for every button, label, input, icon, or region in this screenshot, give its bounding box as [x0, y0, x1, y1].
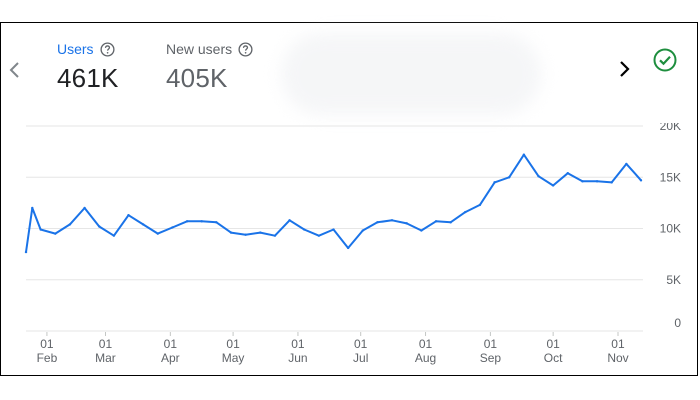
data-point: [259, 231, 262, 234]
redacted-area: [281, 33, 541, 115]
data-point: [405, 222, 408, 225]
x-tick-label-day: 01: [546, 337, 560, 351]
x-tick-label-month: May: [222, 351, 245, 365]
users-line-chart: 20K15K10K5K001Feb01Mar01Apr01May01Jun01J…: [24, 123, 681, 365]
x-tick-label-day: 01: [291, 337, 305, 351]
data-point: [83, 206, 86, 210]
y-tick-label: 20K: [660, 123, 681, 133]
x-tick-label-day: 01: [419, 337, 433, 351]
data-point: [141, 223, 145, 226]
x-tick-label-month: Apr: [161, 351, 180, 365]
y-tick-label: 10K: [660, 222, 681, 236]
data-point: [200, 220, 203, 223]
data-point: [229, 231, 233, 234]
data-point: [54, 232, 57, 235]
data-point: [68, 223, 72, 226]
data-point: [98, 225, 101, 228]
data-point: [493, 181, 496, 184]
help-circle-icon[interactable]: [238, 41, 253, 57]
x-tick-label-day: 01: [226, 337, 240, 351]
data-point: [346, 246, 350, 250]
x-tick-label-month: Jun: [288, 351, 307, 365]
data-point: [273, 234, 277, 237]
data-point: [390, 219, 394, 222]
series-line: [25, 153, 642, 253]
x-tick-label-day: 01: [164, 337, 178, 351]
data-point: [522, 153, 526, 156]
data-point: [39, 228, 42, 231]
x-tick-label-day: 01: [40, 337, 54, 351]
data-point: [581, 180, 584, 183]
x-tick-label-month: Feb: [37, 351, 58, 365]
y-tick-label: 0: [674, 316, 681, 330]
x-tick-label-month: Mar: [95, 351, 116, 365]
data-point: [317, 234, 321, 237]
data-point: [449, 221, 452, 224]
data-point: [464, 210, 467, 214]
data-point: [215, 221, 218, 224]
x-tick-label-month: Aug: [415, 351, 436, 365]
data-point: [551, 184, 555, 187]
data-point: [508, 176, 511, 179]
check-circle-icon[interactable]: [653, 48, 677, 72]
chevron-left-icon[interactable]: [8, 61, 22, 84]
metric-new-users-label: New users: [166, 41, 233, 57]
x-tick-label-day: 01: [99, 337, 113, 351]
data-point: [376, 221, 379, 224]
metric-new-users-header: New users: [166, 41, 253, 57]
data-point: [303, 228, 306, 231]
data-point: [434, 220, 438, 223]
data-point: [185, 220, 189, 223]
data-point: [537, 175, 540, 178]
data-point: [361, 229, 364, 232]
chevron-right-icon[interactable]: [618, 59, 632, 84]
data-point: [156, 232, 159, 235]
x-tick-label-month: Jul: [353, 351, 368, 365]
data-point: [31, 206, 34, 210]
metric-users[interactable]: Users 461K: [57, 41, 119, 94]
data-point: [420, 229, 423, 232]
x-tick-label-day: 01: [484, 337, 498, 351]
data-point: [566, 171, 569, 175]
data-point: [112, 234, 116, 237]
x-tick-label-month: Oct: [544, 351, 563, 365]
data-point: [171, 226, 174, 229]
data-point: [332, 228, 335, 231]
analytics-card: Users 461K New users 405K 20K 15K 10K 5K 0 01…: [0, 22, 698, 376]
data-point: [478, 203, 482, 207]
y-tick-label: 15K: [660, 170, 681, 184]
x-tick-label-day: 01: [611, 337, 625, 351]
data-point: [127, 213, 130, 217]
help-circle-icon[interactable]: [100, 41, 115, 57]
x-tick-label-month: Sep: [480, 351, 502, 365]
data-point: [24, 250, 28, 254]
data-point: [595, 180, 599, 183]
metric-users-label: Users: [57, 41, 94, 57]
data-point: [639, 179, 643, 182]
metric-users-value: 461K: [57, 63, 119, 93]
data-point: [244, 233, 247, 236]
x-tick-label-day: 01: [354, 337, 368, 351]
data-point: [610, 181, 613, 184]
data-point: [625, 162, 628, 166]
metric-new-users-value: 405K: [166, 63, 228, 93]
y-tick-label: 5K: [666, 273, 681, 287]
metric-users-header: Users: [57, 41, 119, 57]
x-tick-label-month: Nov: [607, 351, 628, 365]
metric-new-users[interactable]: New users 405K: [166, 41, 253, 94]
data-point: [288, 219, 291, 222]
